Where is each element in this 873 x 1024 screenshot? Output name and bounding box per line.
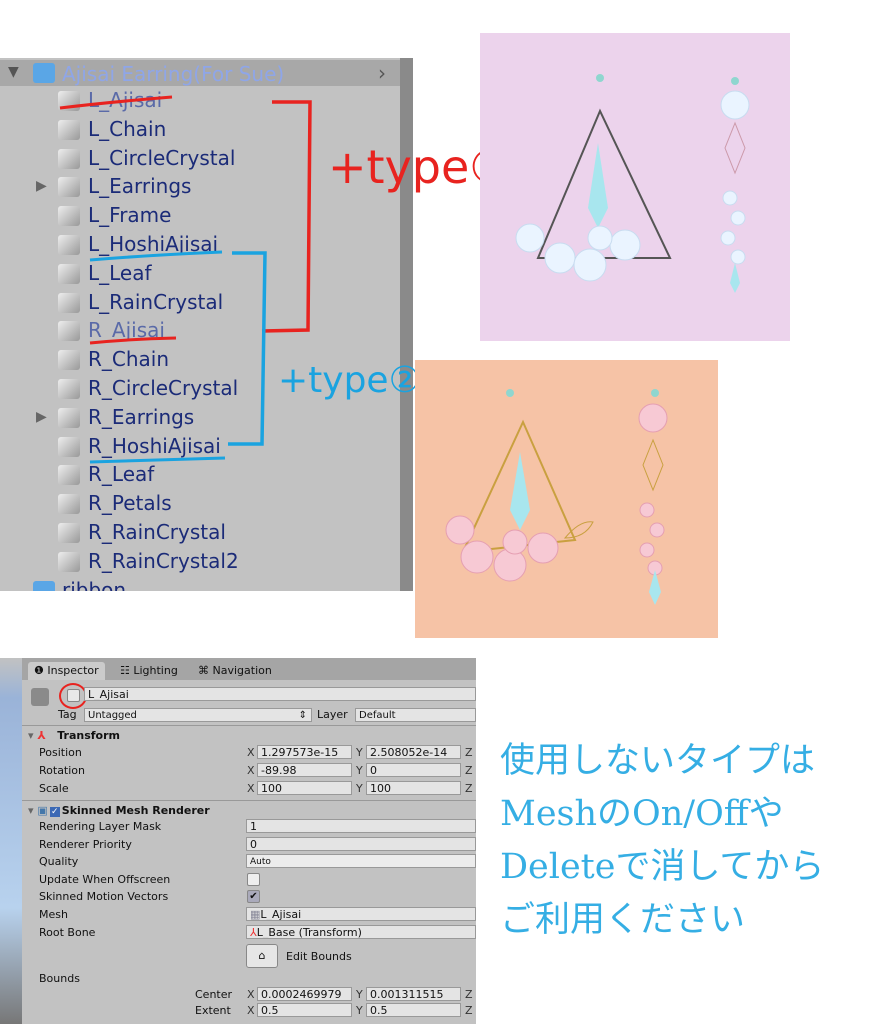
note-line: MeshのOn/Offや bbox=[500, 794, 784, 834]
renderer-priority-field[interactable]: 0 bbox=[246, 837, 476, 851]
info-icon: ❶ bbox=[34, 664, 48, 677]
tab-inspector[interactable]: ❶ Inspector bbox=[28, 662, 105, 680]
product-photo-pink bbox=[415, 360, 718, 638]
tab-bar: ❶ Inspector ☷ Lighting ⌘ Navigation bbox=[22, 658, 476, 680]
mesh-label: Mesh bbox=[39, 908, 68, 921]
underline-r-ajisai bbox=[89, 336, 177, 345]
tab-navigation[interactable]: ⌘ Navigation bbox=[192, 662, 278, 680]
update-offscreen-checkbox[interactable] bbox=[247, 873, 260, 886]
smr-title: Skinned Mesh Renderer bbox=[61, 804, 210, 817]
tag-dropdown[interactable]: Untagged ⇕ bbox=[84, 708, 312, 722]
edit-bounds-label: Edit Bounds bbox=[286, 950, 352, 963]
renderer-priority-label: Renderer Priority bbox=[39, 838, 132, 851]
rendering-layer-mask-label: Rendering Layer Mask bbox=[39, 820, 162, 833]
transform-x-field[interactable]: 100 bbox=[257, 781, 352, 795]
transform-y-field[interactable]: 100 bbox=[366, 781, 461, 795]
side-strip bbox=[0, 658, 22, 1024]
center-x-field[interactable]: 0.0002469979 bbox=[257, 987, 352, 1001]
extent-x-field[interactable]: 0.5 bbox=[257, 1003, 352, 1017]
transform-title: Transform bbox=[57, 729, 121, 742]
motion-vectors-label: Skinned Motion Vectors bbox=[39, 890, 169, 903]
mesh-icon: ▦ bbox=[250, 908, 261, 921]
red-circle-annotation bbox=[59, 683, 87, 709]
rendering-layer-mask-field[interactable]: 1 bbox=[246, 819, 476, 833]
lighting-icon: ☷ bbox=[120, 664, 134, 677]
center-y-field[interactable]: 0.001311515 bbox=[366, 987, 461, 1001]
red-bracket bbox=[261, 100, 312, 333]
tag-value: Untagged bbox=[88, 710, 137, 721]
tab-label: Inspector bbox=[47, 664, 99, 677]
object-name-field[interactable]: L_Ajisai bbox=[84, 687, 476, 701]
transform-icon: ⅄ bbox=[37, 729, 46, 742]
transform-x-field[interactable]: 1.297573e-15 bbox=[257, 745, 352, 759]
tab-label: Navigation bbox=[212, 664, 272, 677]
root-bone-value: L_Base (Transform) bbox=[256, 926, 362, 939]
gameobject-icon bbox=[31, 688, 49, 706]
type2-annotation: +type② bbox=[278, 360, 421, 401]
quality-label: Quality bbox=[39, 855, 79, 868]
quality-dropdown[interactable]: Auto bbox=[246, 854, 476, 868]
transform-y-field[interactable]: 0 bbox=[366, 763, 461, 777]
extent-label: Extent bbox=[195, 1004, 231, 1017]
motion-vectors-checkbox[interactable]: ✔ bbox=[247, 890, 260, 903]
navigation-icon: ⌘ bbox=[198, 664, 213, 677]
root-bone-field[interactable]: ⅄L_Base (Transform) bbox=[246, 925, 476, 939]
transform-row-label: Rotation bbox=[39, 764, 86, 777]
note-line: 使用しないタイプは bbox=[500, 741, 816, 781]
center-label: Center bbox=[195, 988, 233, 1001]
note-line: Deleteで消してから bbox=[500, 847, 825, 887]
layer-label: Layer bbox=[317, 708, 348, 721]
underline-l-ajisai bbox=[59, 95, 173, 110]
inspector-panel: ❶ Inspector ☷ Lighting ⌘ Navigation L_Aj… bbox=[0, 658, 476, 1024]
usage-note: 使用しないタイプは MeshのOn/Offや Deleteで消してから ご利用く… bbox=[500, 735, 824, 947]
product-photo-blue bbox=[480, 33, 790, 341]
bounds-label: Bounds bbox=[39, 972, 80, 985]
transform-y-field[interactable]: 2.508052e-14 bbox=[366, 745, 461, 759]
underline-l-hoshi bbox=[89, 250, 223, 262]
transform-row-label: Position bbox=[39, 746, 82, 759]
mesh-value: L_Ajisai bbox=[260, 908, 302, 921]
update-offscreen-label: Update When Offscreen bbox=[39, 873, 171, 886]
mesh-field[interactable]: ▦L_Ajisai bbox=[246, 907, 476, 921]
layer-dropdown[interactable]: Default bbox=[355, 708, 476, 722]
tab-lighting[interactable]: ☷ Lighting bbox=[114, 662, 184, 680]
extent-y-field[interactable]: 0.5 bbox=[366, 1003, 461, 1017]
edit-bounds-icon: ⌂ bbox=[258, 949, 266, 962]
tab-label: Lighting bbox=[133, 664, 178, 677]
smr-header[interactable]: ▾ ▣ ✓ Skinned Mesh Renderer bbox=[22, 800, 476, 818]
blue-bracket bbox=[228, 251, 267, 446]
root-bone-label: Root Bone bbox=[39, 926, 96, 939]
mesh-renderer-icon: ▣ bbox=[37, 804, 48, 817]
transform-x-field[interactable]: -89.98 bbox=[257, 763, 352, 777]
note-line: ご利用ください bbox=[500, 900, 746, 940]
edit-bounds-button[interactable]: ⌂ bbox=[246, 944, 278, 968]
transform-header[interactable]: ▾ ⅄ Transform bbox=[22, 725, 476, 743]
transform-icon: ⅄ bbox=[250, 926, 257, 939]
underline-r-hoshi bbox=[89, 456, 226, 464]
annotation-layer bbox=[59, 95, 312, 464]
transform-row-label: Scale bbox=[39, 782, 69, 795]
enabled-checkbox[interactable]: ✓ bbox=[49, 807, 60, 817]
tag-label: Tag bbox=[58, 708, 77, 721]
